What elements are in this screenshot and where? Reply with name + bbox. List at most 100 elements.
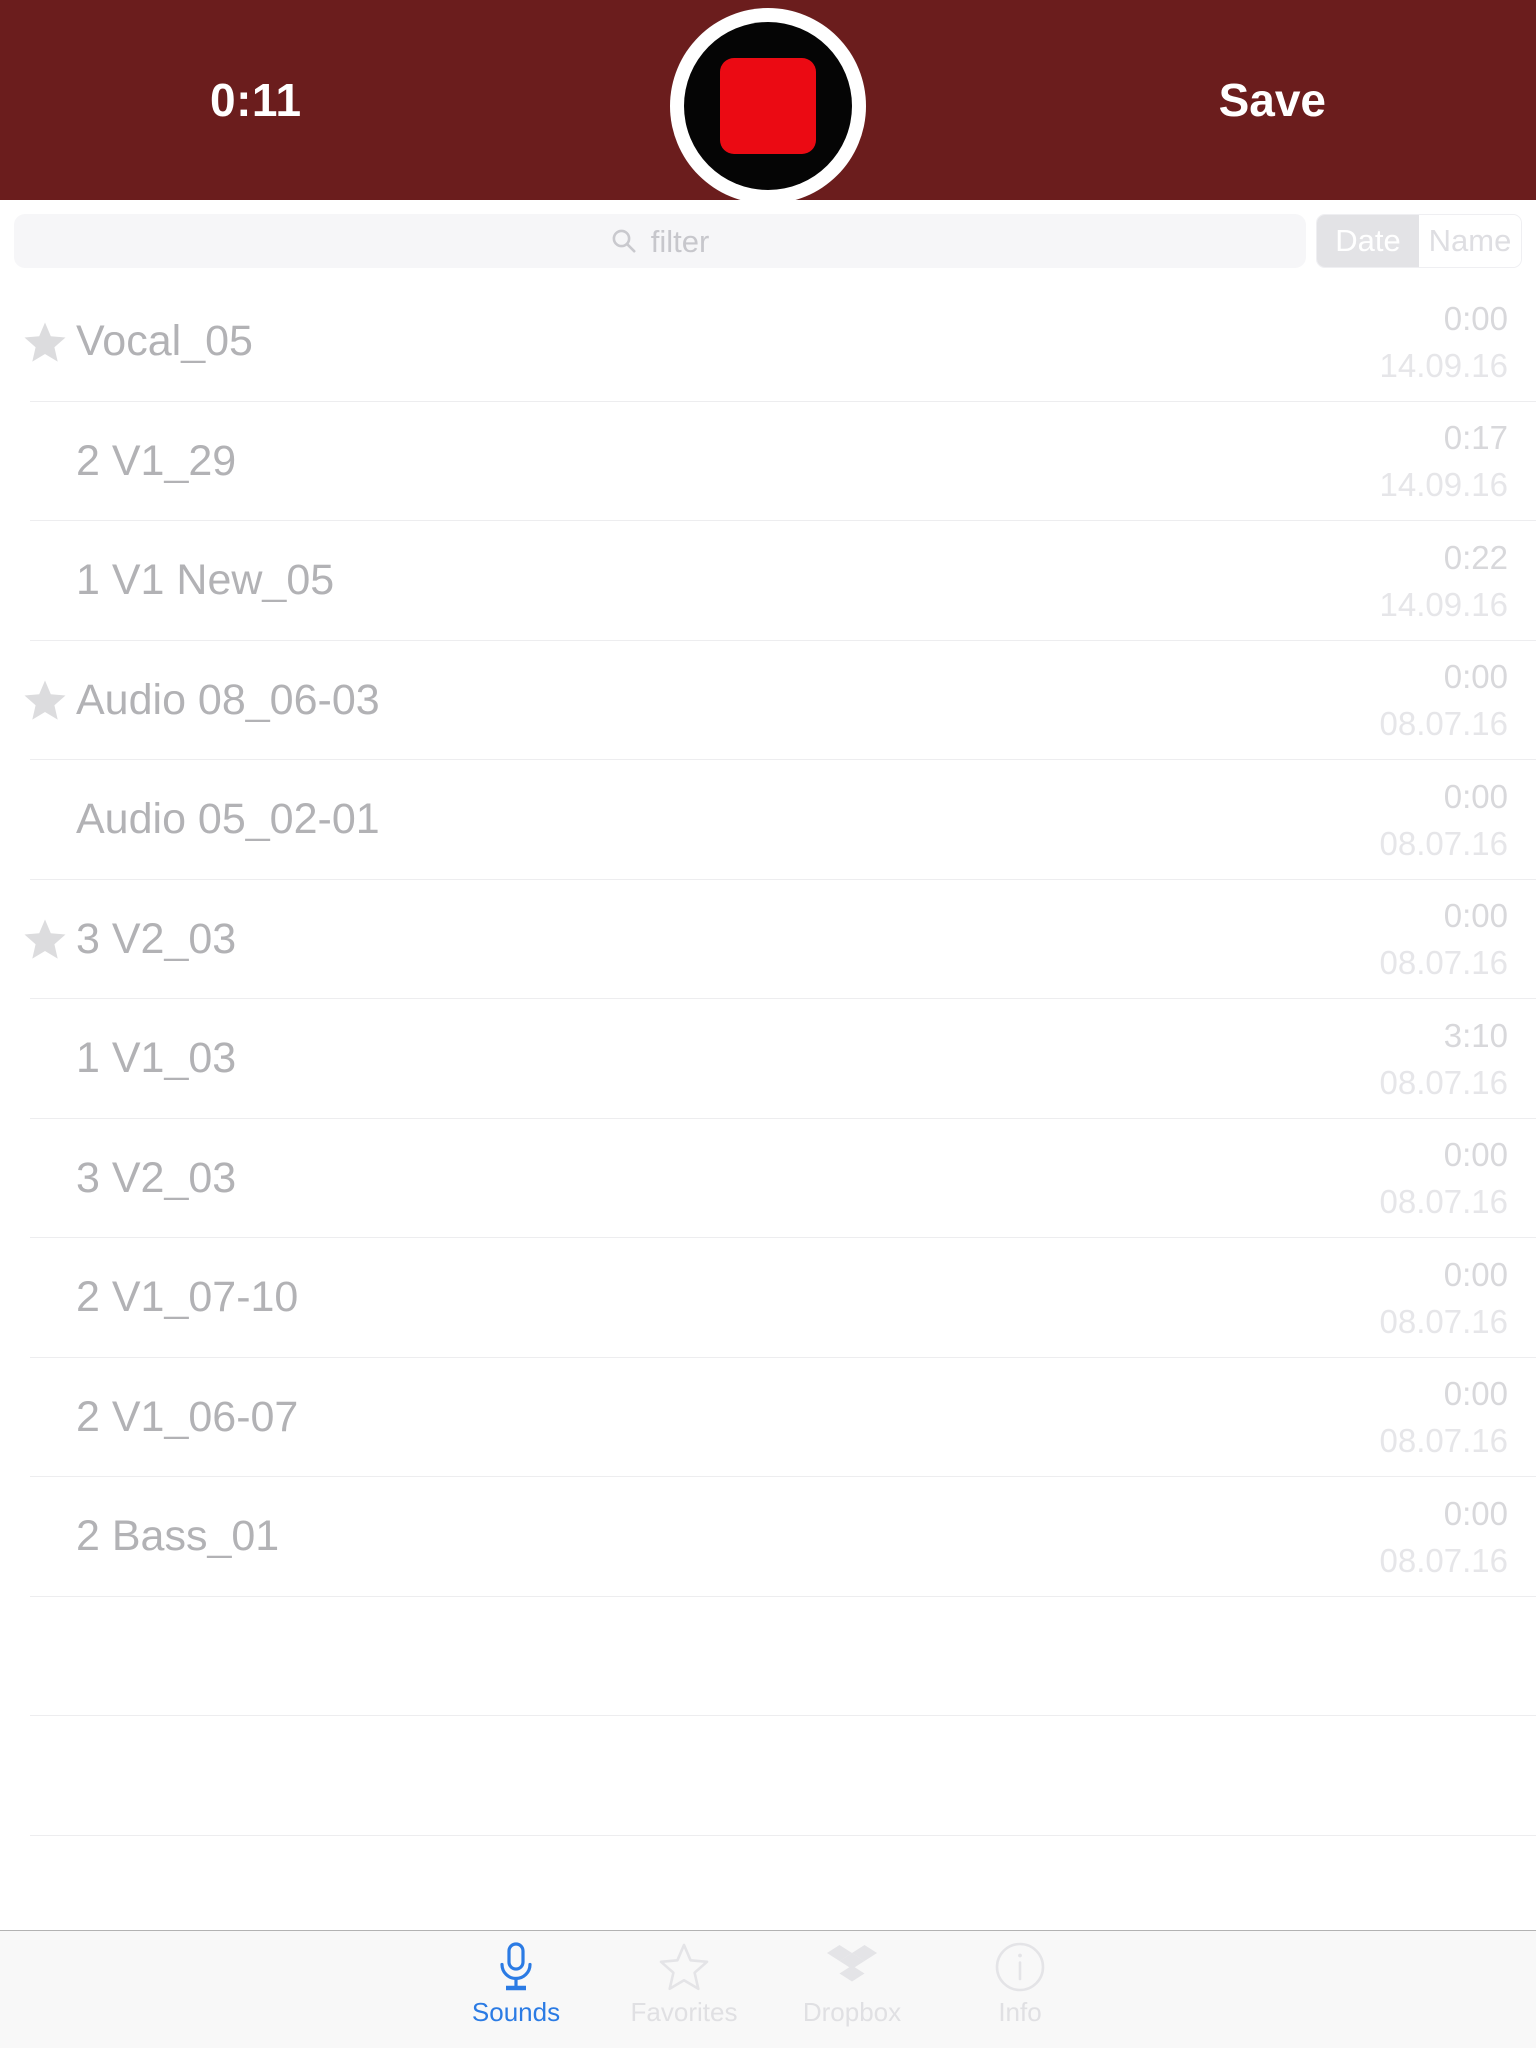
row-meta: 0:22 14.09.16 (1380, 541, 1510, 621)
row-date: 08.07.16 (1379, 1183, 1508, 1221)
tab-sounds[interactable]: Sounds (432, 1941, 600, 2025)
tab-favorites-label: Favorites (630, 1997, 738, 2027)
row-left: 2 V1_29 (14, 440, 1380, 483)
row-meta: 0:00 08.07.16 (1380, 1258, 1510, 1338)
table-row[interactable]: 2 V1_29 0:17 14.09.16 (0, 402, 1536, 522)
row-duration: 0:00 (1443, 1136, 1508, 1174)
star-filled-icon[interactable] (14, 678, 76, 722)
record-stop-button[interactable] (670, 8, 866, 204)
row-title: Vocal_05 (76, 320, 253, 364)
row-duration: 3:10 (1443, 1016, 1508, 1054)
table-row[interactable]: 3 V2_03 0:00 08.07.16 (0, 880, 1536, 1000)
star-filled-icon[interactable] (14, 320, 76, 364)
table-row[interactable]: Vocal_05 0:00 14.09.16 (0, 282, 1536, 402)
tab-favorites[interactable]: Favorites (600, 1941, 768, 2025)
row-duration: 0:00 (1443, 658, 1508, 696)
row-date: 08.07.16 (1379, 1422, 1508, 1460)
row-left: 3 V2_03 (14, 917, 1380, 961)
row-date: 08.07.16 (1379, 944, 1508, 982)
star-filled-icon[interactable] (14, 917, 76, 961)
row-meta: 0:00 08.07.16 (1380, 1138, 1510, 1218)
row-duration: 0:22 (1443, 538, 1508, 576)
table-row[interactable]: Audio 05_02-01 0:00 08.07.16 (0, 760, 1536, 880)
tab-dropbox-label: Dropbox (802, 1997, 902, 2027)
row-left: Vocal_05 (14, 320, 1380, 364)
row-date: 08.07.16 (1379, 705, 1508, 743)
table-row[interactable]: Audio 08_06-03 0:00 08.07.16 (0, 641, 1536, 761)
info-circle-icon (994, 1941, 1046, 1993)
row-date: 14.09.16 (1379, 466, 1508, 504)
row-title: 2 V1_06-07 (76, 1395, 299, 1439)
row-duration: 0:00 (1443, 1494, 1508, 1532)
row-left: 2 V1_06-07 (14, 1396, 1380, 1439)
filter-sort-bar: filter Date Name (0, 200, 1536, 282)
row-left: Audio 08_06-03 (14, 678, 1380, 722)
table-row[interactable]: 1 V1_03 3:10 08.07.16 (0, 999, 1536, 1119)
table-row[interactable]: 2 V1_06-07 0:00 08.07.16 (0, 1358, 1536, 1478)
filter-placeholder: filter (650, 223, 710, 259)
row-date: 08.07.16 (1379, 1541, 1508, 1579)
row-left: 3 V2_03 (14, 1157, 1380, 1200)
row-title: 2 V1_07-10 (76, 1276, 299, 1320)
row-meta: 0:00 08.07.16 (1380, 780, 1510, 860)
record-header-bar: 0:11 Save (0, 0, 1536, 204)
filter-input[interactable]: filter (14, 214, 1306, 268)
voice-recorder-app: 0:11 Save filter Date Name Vocal_05 0:00 1… (0, 0, 1536, 2048)
row-meta: 0:00 08.07.16 (1380, 660, 1510, 740)
row-date: 14.09.16 (1379, 585, 1508, 623)
save-button[interactable]: Save (1219, 77, 1326, 123)
row-date: 14.09.16 (1379, 346, 1508, 384)
row-duration: 0:00 (1443, 897, 1508, 935)
table-row-empty (0, 1836, 1536, 1931)
star-outline-icon (658, 1941, 710, 1993)
table-row[interactable]: 2 Bass_01 0:00 08.07.16 (0, 1477, 1536, 1597)
dropbox-icon (826, 1941, 878, 1993)
stop-square-icon (720, 58, 816, 154)
row-meta: 3:10 08.07.16 (1380, 1019, 1510, 1099)
row-title: 3 V2_03 (76, 917, 237, 961)
filter-input-inner: filter (611, 223, 710, 259)
sort-segmented-control: Date Name (1316, 214, 1522, 268)
row-duration: 0:17 (1443, 419, 1508, 457)
microphone-icon (493, 1941, 539, 1993)
recordings-list[interactable]: Vocal_05 0:00 14.09.16 2 V1_29 0:17 14.09.16 1… (0, 282, 1536, 1930)
row-title: 1 V1_03 (76, 1037, 237, 1081)
row-meta: 0:00 08.07.16 (1380, 1497, 1510, 1577)
bottom-tab-bar: Sounds Favorites Dropbox Info (0, 1930, 1536, 2048)
tab-info[interactable]: Info (936, 1941, 1104, 2025)
row-duration: 0:00 (1443, 777, 1508, 815)
sort-option-name[interactable]: Name (1419, 215, 1521, 267)
row-left: 2 V1_07-10 (14, 1276, 1380, 1319)
row-left: 2 Bass_01 (14, 1515, 1380, 1558)
row-date: 08.07.16 (1379, 824, 1508, 862)
row-meta: 0:00 08.07.16 (1380, 899, 1510, 979)
row-title: 1 V1 New_05 (76, 559, 335, 603)
table-row[interactable]: 1 V1 New_05 0:22 14.09.16 (0, 521, 1536, 641)
tab-dropbox[interactable]: Dropbox (768, 1941, 936, 2025)
row-title: Audio 08_06-03 (76, 678, 380, 722)
record-button-inner-circle (684, 22, 852, 190)
row-meta: 0:00 08.07.16 (1380, 1377, 1510, 1457)
table-row-empty (0, 1716, 1536, 1836)
table-row[interactable]: 3 V2_03 0:00 08.07.16 (0, 1119, 1536, 1239)
row-meta: 0:17 14.09.16 (1380, 421, 1510, 501)
row-title: Audio 05_02-01 (76, 798, 380, 842)
table-row-empty (0, 1597, 1536, 1717)
sort-option-date[interactable]: Date (1317, 215, 1419, 267)
row-title: 3 V2_03 (76, 1156, 237, 1200)
search-icon (612, 229, 636, 253)
row-duration: 0:00 (1443, 299, 1508, 337)
row-title: 2 V1_29 (76, 439, 237, 483)
tab-sounds-label: Sounds (471, 1997, 561, 2027)
row-duration: 0:00 (1443, 1255, 1508, 1293)
recording-timer: 0:11 (210, 74, 302, 126)
row-left: Audio 05_02-01 (14, 798, 1380, 841)
row-date: 08.07.16 (1379, 1063, 1508, 1101)
table-row[interactable]: 2 V1_07-10 0:00 08.07.16 (0, 1238, 1536, 1358)
row-left: 1 V1 New_05 (14, 559, 1380, 602)
tab-info-label: Info (998, 1997, 1042, 2027)
row-date: 08.07.16 (1379, 1302, 1508, 1340)
row-duration: 0:00 (1443, 1375, 1508, 1413)
row-title: 2 Bass_01 (76, 1515, 280, 1559)
row-meta: 0:00 14.09.16 (1380, 302, 1510, 382)
